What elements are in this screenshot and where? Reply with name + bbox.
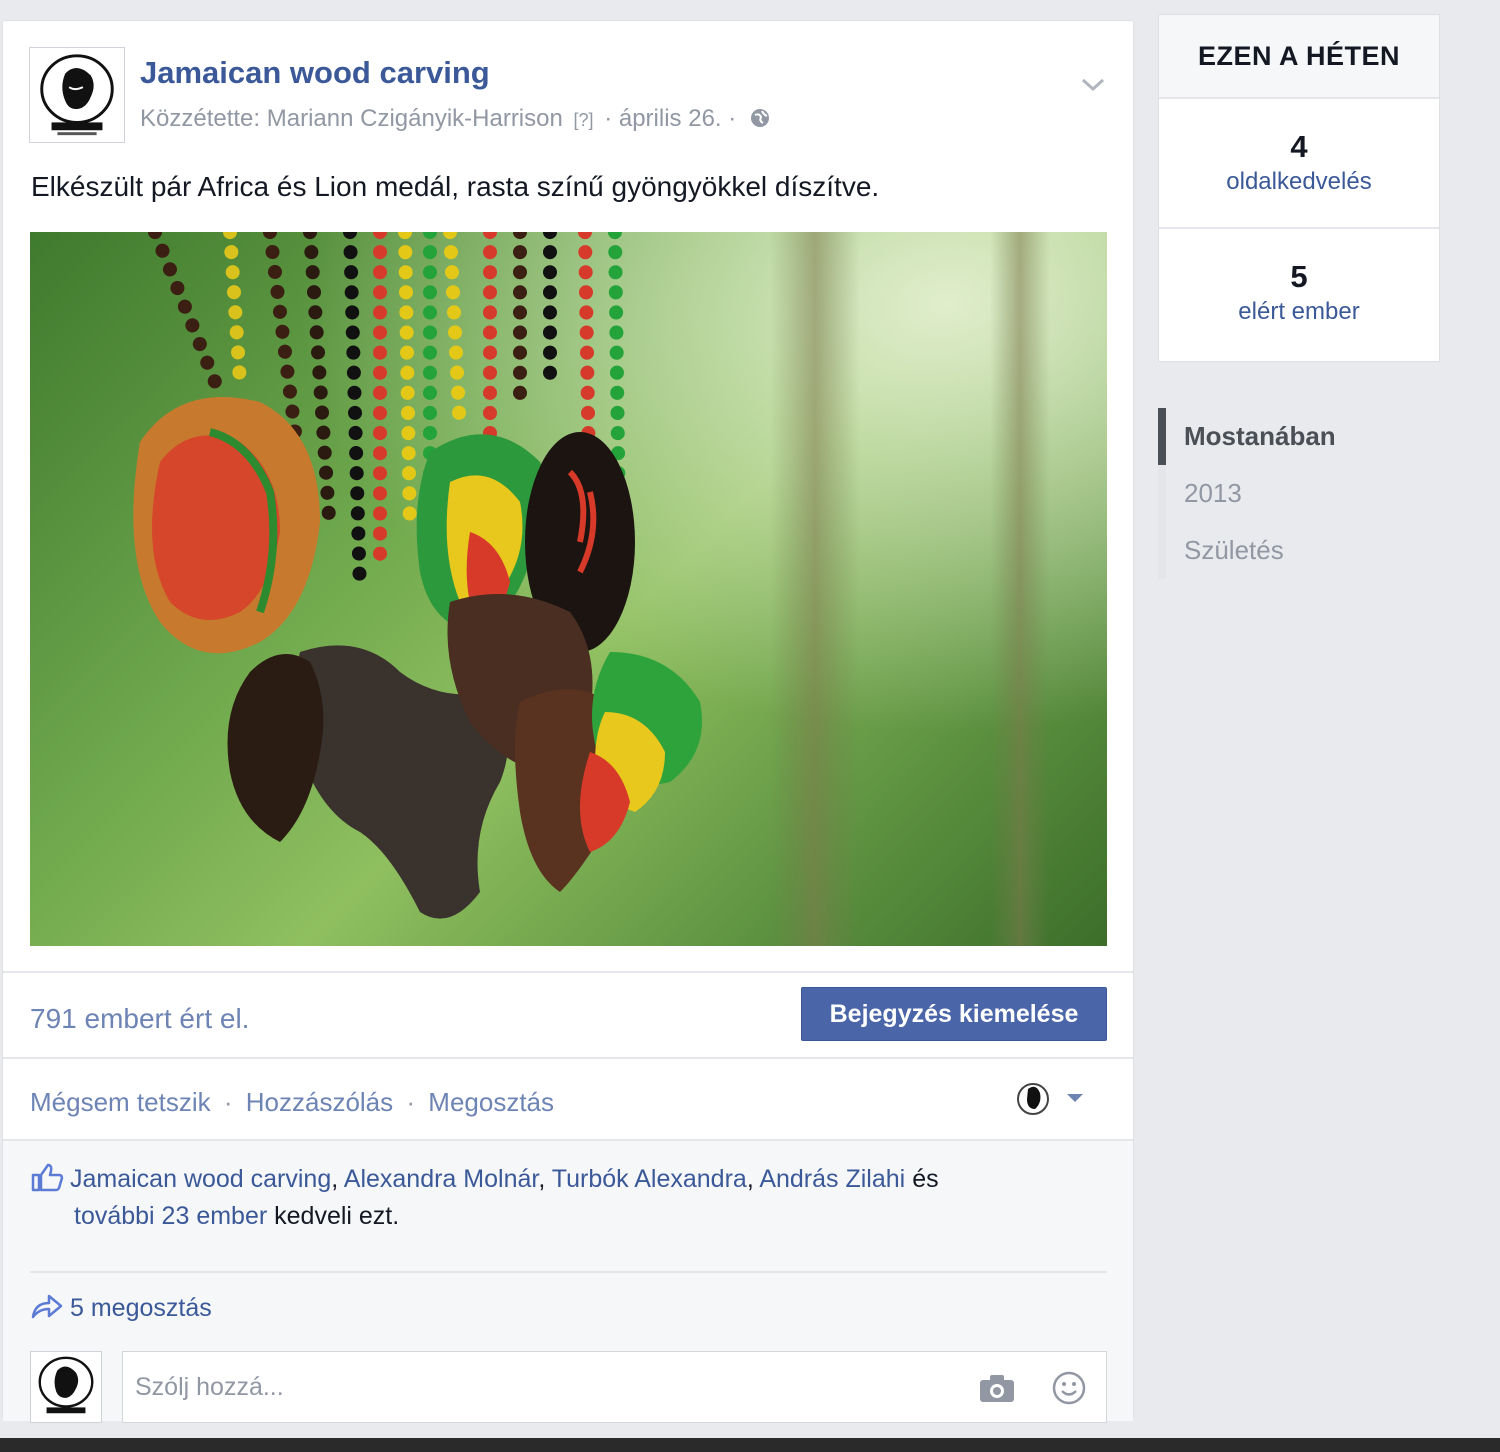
this-week-card: EZEN A HÉTEN 4 oldalkedvelés 5 elért emb… [1158, 14, 1440, 362]
stat-label[interactable]: oldalkedvelés [1159, 165, 1439, 199]
page-name-link[interactable]: Jamaican wood carving [140, 55, 490, 91]
likes-area: Jamaican wood carving, Alexandra Molnár,… [3, 1139, 1133, 1423]
actor-selector[interactable] [1013, 1079, 1093, 1119]
stat-label[interactable]: elért ember [1159, 295, 1439, 329]
hillman-logo-icon [31, 1352, 101, 1422]
timeline-item-2013[interactable]: 2013 [1158, 465, 1458, 522]
commenter-avatar [30, 1351, 102, 1423]
others-link[interactable]: további 23 ember [74, 1202, 267, 1230]
posted-by[interactable]: Közzétette: Mariann Czigányik-Harrison [140, 105, 563, 132]
page-avatar[interactable] [29, 47, 125, 143]
globe-icon[interactable] [749, 107, 771, 129]
and-word: és [912, 1165, 939, 1193]
unlike-link[interactable]: Mégsem tetszik [30, 1087, 211, 1117]
stat-people-reached[interactable]: 5 elért ember [1159, 229, 1439, 359]
comment-input[interactable] [135, 1370, 935, 1404]
reach-bar: 791 embert ért el. Bejegyzés kiemelése [3, 971, 1133, 1059]
post-date[interactable]: · április 26. · [604, 105, 736, 132]
likes-summary: Jamaican wood carving, Alexandra Molnár,… [30, 1161, 1107, 1235]
separator: · [406, 1087, 416, 1117]
bottom-strip [0, 1438, 1500, 1452]
post-header: Jamaican wood carving Közzétette: Marian… [29, 47, 1107, 143]
comment-box [122, 1351, 1107, 1423]
timeline-item-born[interactable]: Születés [1158, 522, 1458, 579]
camera-icon[interactable] [978, 1372, 1016, 1404]
hillman-logo-icon [30, 48, 124, 142]
share-arrow-icon [30, 1291, 64, 1321]
post-text: Elkészült pár Africa és Lion medál, rast… [31, 171, 880, 202]
post-actions: Mégsem tetszik · Hozzászólás · Megosztás [30, 1087, 554, 1118]
smiley-icon[interactable] [1051, 1370, 1087, 1406]
liker-name[interactable]: Alexandra Molnár [344, 1165, 539, 1193]
liker-name[interactable]: Jamaican wood carving [70, 1165, 331, 1193]
timeline-item-recent[interactable]: Mostanában [1158, 408, 1458, 465]
comment-link[interactable]: Hozzászólás [246, 1087, 393, 1117]
thumbs-up-icon [30, 1162, 64, 1192]
share-link[interactable]: Megosztás [428, 1087, 554, 1117]
post-photo[interactable] [30, 232, 1107, 946]
post-meta: Közzétette: Mariann Czigányik-Harrison [… [140, 105, 771, 133]
shares-link[interactable]: 5 megosztás [30, 1291, 212, 1323]
chevron-down-icon[interactable] [1079, 75, 1107, 95]
boost-post-button[interactable]: Bejegyzés kiemelése [801, 987, 1107, 1041]
separator: , [331, 1165, 344, 1193]
separator: , [746, 1165, 760, 1193]
shares-count[interactable]: 5 megosztás [70, 1294, 212, 1322]
likes-suffix: kedveli ezt. [274, 1202, 400, 1230]
divider [30, 1271, 1107, 1273]
this-week-title: EZEN A HÉTEN [1159, 15, 1439, 99]
separator: · [223, 1087, 233, 1117]
separator: , [538, 1165, 552, 1193]
post-card: Jamaican wood carving Közzétette: Marian… [2, 20, 1134, 1423]
timeline-nav: Mostanában 2013 Születés [1158, 408, 1458, 579]
reach-text[interactable]: 791 embert ért el. [30, 1003, 249, 1035]
stat-value: 5 [1290, 259, 1308, 294]
medallion-photo [30, 232, 1107, 946]
stat-page-likes[interactable]: 4 oldalkedvelés [1159, 99, 1439, 229]
liker-name[interactable]: Turbók Alexandra [552, 1165, 747, 1193]
liker-name[interactable]: András Zilahi [759, 1165, 905, 1193]
stat-value: 4 [1290, 129, 1308, 164]
help-marker[interactable]: [?] [574, 110, 594, 130]
